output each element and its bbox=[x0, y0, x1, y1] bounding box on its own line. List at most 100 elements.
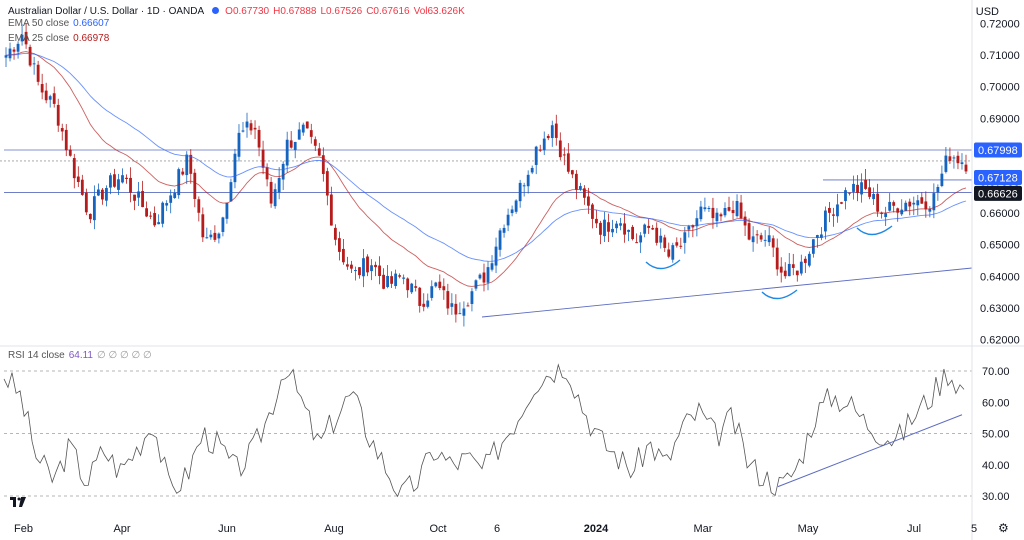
symbol-title[interactable]: Australian Dollar / U.S. Dollar · 1D · O… bbox=[8, 6, 204, 17]
candle-body bbox=[470, 291, 474, 304]
candle-body bbox=[161, 202, 165, 224]
candle-body bbox=[836, 204, 839, 217]
candle-body bbox=[253, 127, 257, 130]
candle-body bbox=[888, 201, 892, 211]
candle-body bbox=[450, 303, 454, 307]
candle-body bbox=[117, 179, 120, 190]
candle-body bbox=[783, 270, 787, 277]
close-value: C0.67616 bbox=[366, 6, 410, 17]
candle-body bbox=[522, 185, 526, 187]
candle-body bbox=[137, 191, 140, 198]
ema25-legend[interactable]: EMA 25 close 0.66978 bbox=[8, 33, 113, 44]
candle-body bbox=[478, 274, 482, 279]
candle-body bbox=[558, 140, 562, 158]
candle-body bbox=[711, 207, 715, 219]
chart-canvas[interactable]: 0.720000.710000.700000.690000.680000.670… bbox=[0, 0, 1024, 540]
candle-body bbox=[125, 177, 128, 180]
price-tick-label: 0.62000 bbox=[980, 335, 1020, 347]
price-pane[interactable] bbox=[0, 23, 973, 327]
candle-body bbox=[659, 235, 663, 243]
candle-body bbox=[627, 229, 630, 232]
candle-body bbox=[723, 208, 727, 216]
price-label-text: 0.66626 bbox=[978, 188, 1018, 200]
candle-body bbox=[936, 187, 940, 193]
ema25-label: EMA 25 close bbox=[8, 33, 70, 44]
candle-body bbox=[293, 141, 297, 150]
candle-body bbox=[333, 227, 337, 240]
candle-body bbox=[249, 123, 253, 131]
candle-body bbox=[506, 214, 510, 226]
candle-body bbox=[795, 270, 799, 276]
candle-body bbox=[908, 201, 912, 207]
ema50-legend[interactable]: EMA 50 close 0.66607 bbox=[8, 18, 113, 29]
candle-body bbox=[442, 286, 446, 291]
candle-body bbox=[88, 213, 92, 220]
candle-body bbox=[562, 154, 566, 156]
candle-body bbox=[313, 139, 317, 146]
candle-body bbox=[366, 256, 369, 273]
pattern-arc bbox=[761, 289, 798, 300]
candle-body bbox=[281, 163, 285, 180]
candle-body bbox=[715, 212, 719, 222]
candle-body bbox=[944, 155, 948, 172]
time-tick-label: Jun bbox=[218, 523, 236, 535]
candle-body bbox=[297, 129, 301, 140]
pattern-arc bbox=[645, 259, 681, 270]
rsi-legend[interactable]: RSI 14 close 64.11 ∅ ∅ ∅ ∅ ∅ bbox=[8, 350, 156, 361]
candle-body bbox=[169, 195, 173, 203]
candle-body bbox=[952, 157, 956, 159]
candle-body bbox=[233, 153, 237, 183]
candle-body bbox=[398, 275, 402, 277]
candle-body bbox=[92, 196, 96, 221]
candle-body bbox=[619, 223, 622, 226]
candle-body bbox=[807, 253, 811, 266]
candle-body bbox=[426, 300, 430, 307]
candle-body bbox=[763, 239, 767, 241]
candle-body bbox=[378, 265, 381, 277]
candle-body bbox=[494, 246, 498, 266]
candle-body bbox=[578, 186, 582, 190]
candle-body bbox=[687, 226, 691, 230]
time-tick-label: Oct bbox=[429, 523, 446, 535]
candle-body bbox=[864, 179, 867, 189]
candle-body bbox=[257, 129, 261, 148]
rsi-tick-label: 70.00 bbox=[982, 366, 1010, 378]
candle-body bbox=[414, 286, 418, 288]
candle-body bbox=[346, 264, 349, 267]
candle-body bbox=[566, 153, 570, 172]
price-tick-label: 0.72000 bbox=[980, 19, 1020, 31]
candle-body bbox=[534, 146, 538, 165]
candle-body bbox=[876, 193, 880, 212]
candle-body bbox=[350, 264, 353, 269]
candle-body bbox=[920, 197, 924, 204]
candle-body bbox=[153, 213, 157, 226]
candle-body bbox=[747, 223, 751, 240]
candle-body bbox=[394, 273, 398, 287]
candle-body bbox=[362, 258, 365, 277]
candle-body bbox=[141, 190, 144, 208]
candle-body bbox=[36, 64, 40, 82]
candle-body bbox=[189, 154, 193, 174]
candle-body bbox=[916, 200, 920, 206]
candle-body bbox=[277, 177, 281, 193]
candle-body bbox=[595, 218, 598, 224]
candle-body bbox=[791, 264, 795, 268]
candle-body bbox=[305, 121, 309, 129]
candle-body bbox=[60, 128, 64, 132]
candle-body bbox=[912, 202, 916, 205]
candle-body bbox=[735, 201, 739, 217]
time-tick-label: May bbox=[798, 523, 819, 535]
currency-label[interactable]: USD bbox=[976, 6, 999, 18]
candle-body bbox=[856, 184, 859, 193]
candle-body bbox=[80, 179, 84, 195]
rsi-pane[interactable] bbox=[3, 363, 972, 498]
axis-layer: 0.720000.710000.700000.690000.680000.670… bbox=[0, 0, 1024, 540]
candle-body bbox=[68, 149, 72, 156]
candle-body bbox=[8, 48, 12, 59]
candle-body bbox=[245, 121, 249, 128]
rsi-trendline bbox=[777, 414, 963, 488]
candle-body bbox=[707, 207, 711, 209]
candle-body bbox=[209, 234, 213, 238]
candle-body bbox=[121, 175, 124, 183]
rsi-tick-label: 30.00 bbox=[982, 491, 1010, 503]
